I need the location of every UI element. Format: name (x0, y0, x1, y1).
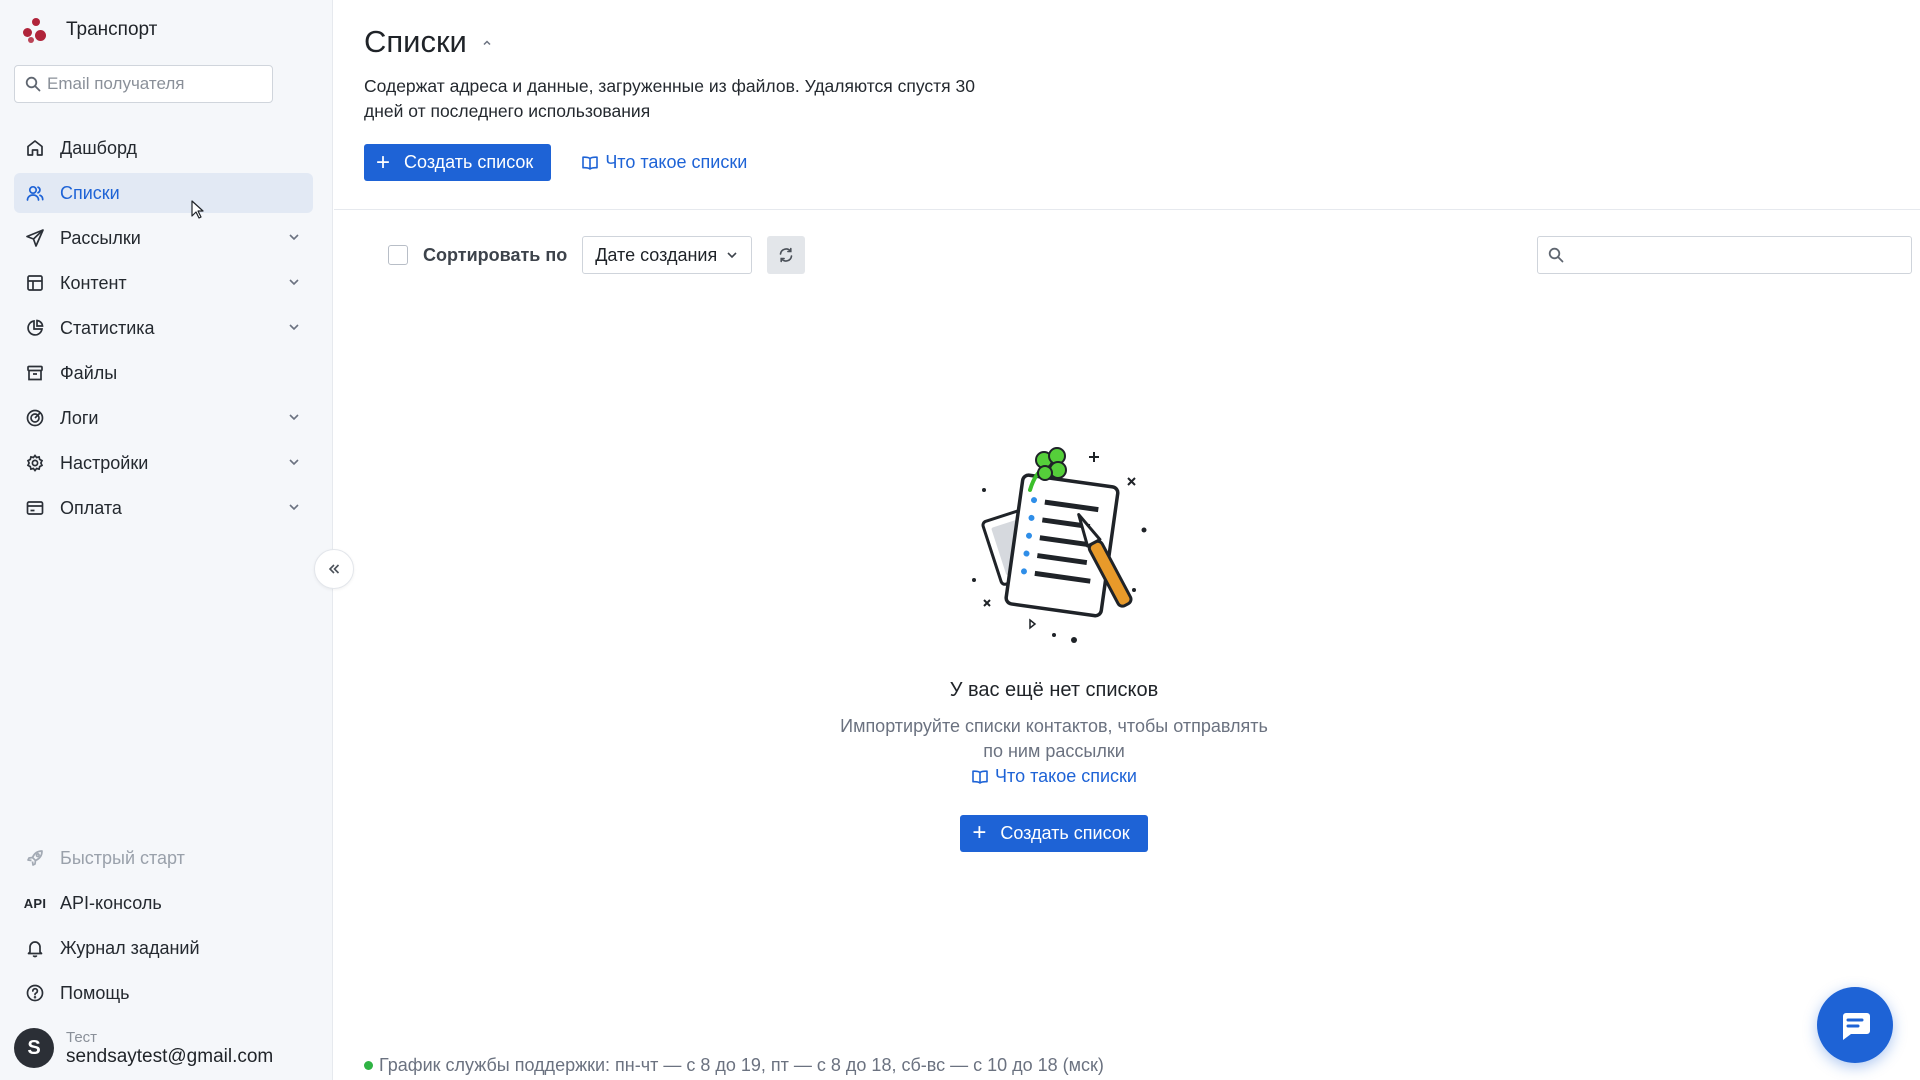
empty-state: У вас ещё нет списков Импортируйте списк… (794, 430, 1314, 852)
sidebar: Транспорт Дашборд Списки Рассылки Контен… (0, 0, 333, 1080)
gear-icon (24, 452, 46, 474)
sidebar-item-label: Списки (60, 182, 120, 203)
what-are-lists-link[interactable]: Что такое списки (581, 152, 747, 173)
sidebar-item-billing[interactable]: Оплата (14, 488, 313, 528)
brand-title: Транспорт (66, 19, 158, 40)
brand[interactable]: Транспорт (20, 16, 157, 44)
refresh-icon (779, 247, 793, 263)
empty-title: У вас ещё нет списков (949, 679, 1159, 701)
target-icon (24, 407, 46, 429)
chevron-up-icon[interactable] (481, 37, 493, 49)
home-icon (24, 137, 46, 159)
empty-create-list-button[interactable]: + Создать список (960, 814, 1148, 852)
divider (334, 209, 1920, 210)
sidebar-item-quick-start[interactable]: Быстрый старт (14, 838, 313, 878)
chevron-down-icon[interactable] (287, 500, 301, 514)
search-icon (25, 76, 41, 92)
help-icon (24, 982, 46, 1004)
sidebar-nav: Дашборд Списки Рассылки Контент Статисти… (14, 128, 313, 533)
rocket-icon (24, 847, 46, 869)
sidebar-item-dashboard[interactable]: Дашборд (14, 128, 313, 168)
what-are-lists-label: Что такое списки (995, 766, 1137, 786)
empty-text-line: Импортируйте списки контактов, чтобы отп… (840, 716, 1268, 736)
sidebar-item-statistics[interactable]: Статистика (14, 308, 313, 348)
sidebar-item-label: Журнал заданий (60, 937, 200, 958)
user-name: Тест (66, 1028, 98, 1046)
main-content: Списки Содержат адреса и данные, загруже… (334, 0, 1920, 1080)
plus-icon: + (972, 819, 987, 846)
sidebar-bottom-nav: Быстрый старт API API-консоль Журнал зад… (14, 838, 313, 1018)
sidebar-item-logs[interactable]: Логи (14, 398, 313, 438)
api-icon: API (23, 895, 47, 911)
plus-icon: + (376, 148, 391, 176)
what-are-lists-label: Что такое списки (605, 152, 748, 172)
list-toolbar: Сортировать по Дате создания (388, 236, 806, 274)
chat-button[interactable] (1817, 987, 1893, 1063)
book-icon (972, 769, 988, 784)
sidebar-item-api-console[interactable]: API API-консоль (14, 883, 313, 923)
create-list-button[interactable]: + Создать список (364, 144, 552, 181)
sidebar-item-label: Статистика (60, 317, 155, 338)
page-description: Содержат адреса и данные, загруженные из… (364, 76, 975, 121)
create-list-label: Создать список (404, 152, 534, 172)
support-schedule: График службы поддержки: пн-чт — с 8 до … (364, 1055, 1104, 1076)
logo-icon (20, 16, 48, 44)
empty-description: Импортируйте списки контактов, чтобы отп… (794, 714, 1314, 764)
sidebar-item-label: API-консоль (60, 892, 162, 913)
sort-value: Дате создания (595, 244, 718, 265)
status-online-dot (364, 1061, 373, 1070)
list-search[interactable] (1537, 236, 1912, 274)
sidebar-item-label: Дашборд (60, 137, 138, 158)
user-email: sendsaytest@gmail.com (66, 1045, 274, 1067)
search-icon (1548, 247, 1564, 263)
sidebar-item-label: Быстрый старт (60, 847, 185, 868)
sidebar-item-files[interactable]: Файлы (14, 353, 313, 393)
page-title: Списки (364, 24, 467, 59)
sidebar-item-settings[interactable]: Настройки (14, 443, 313, 483)
sidebar-item-label: Файлы (60, 362, 118, 383)
empty-what-are-lists-link[interactable]: Что такое списки (971, 766, 1137, 787)
chevron-down-icon[interactable] (287, 230, 301, 244)
chevron-down-icon[interactable] (287, 320, 301, 334)
sidebar-item-label: Оплата (60, 497, 122, 518)
list-search-input[interactable] (1572, 245, 1902, 265)
sidebar-item-task-log[interactable]: Журнал заданий (14, 928, 313, 968)
sidebar-item-mailings[interactable]: Рассылки (14, 218, 313, 258)
sort-label: Сортировать по (423, 244, 568, 265)
layout-icon (24, 272, 46, 294)
chevron-down-icon[interactable] (287, 410, 301, 424)
sort-select[interactable]: Дате создания (582, 236, 753, 274)
empty-text-line: по ним рассылки (983, 741, 1125, 761)
sidebar-item-label: Помощь (60, 982, 130, 1003)
chat-icon (1843, 1013, 1870, 1040)
sidebar-item-lists[interactable]: Списки (14, 173, 313, 213)
select-all-checkbox[interactable] (388, 245, 408, 265)
empty-list-illustration (972, 447, 1147, 643)
sidebar-item-label: Контент (60, 272, 127, 293)
recipient-search[interactable] (14, 65, 273, 103)
sidebar-item-label: Логи (60, 407, 99, 428)
sidebar-item-help[interactable]: Помощь (14, 973, 313, 1013)
recipient-search-input[interactable] (47, 74, 257, 94)
create-list-label: Создать список (1000, 822, 1130, 843)
mouse-cursor-icon (191, 200, 204, 219)
chevron-down-icon (727, 252, 737, 259)
sidebar-item-label: Рассылки (60, 227, 141, 248)
refresh-button[interactable] (767, 236, 806, 274)
sidebar-item-content[interactable]: Контент (14, 263, 313, 303)
book-icon (582, 155, 599, 170)
bell-icon (24, 937, 46, 959)
sidebar-item-label: Настройки (60, 452, 149, 473)
chevron-down-icon[interactable] (287, 275, 301, 289)
user-profile[interactable]: S Тест sendsaytest@gmail.com (14, 1028, 273, 1068)
credit-card-icon (24, 497, 46, 519)
archive-icon (24, 362, 46, 384)
users-icon (24, 182, 46, 204)
avatar: S (14, 1028, 54, 1068)
support-schedule-text: График службы поддержки: пн-чт — с 8 до … (379, 1055, 1104, 1075)
chevron-down-icon[interactable] (287, 455, 301, 469)
page-header: Списки Содержат адреса и данные, загруже… (364, 24, 1004, 181)
pie-chart-icon (24, 317, 46, 339)
send-icon (24, 227, 46, 249)
